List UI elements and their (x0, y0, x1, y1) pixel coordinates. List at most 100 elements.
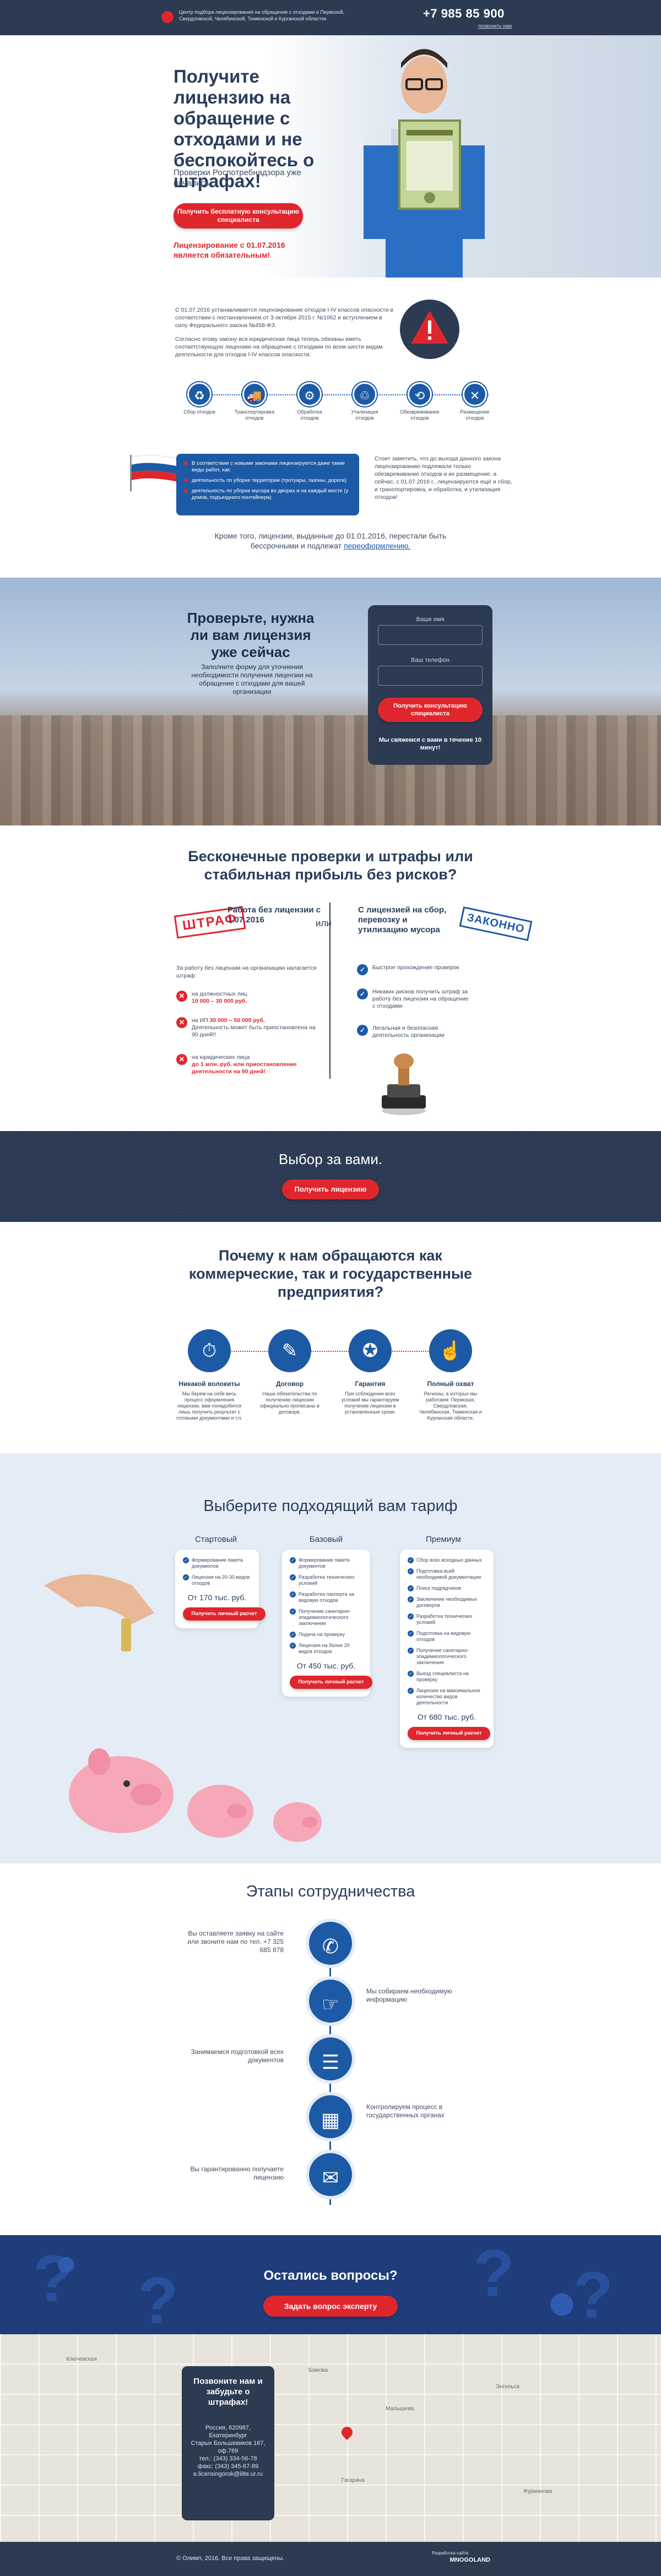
small-piggy-banks-image (187, 1785, 322, 1842)
tariff-item: Заключение необходимых договоров (408, 1596, 486, 1608)
fine-item: ✕ на должностных лиц 10 000 – 30 000 руб. (176, 991, 319, 1005)
why-item: ☝ Полный охват Регионы, в которых мы работ… (418, 1329, 484, 1421)
reform-note: Кроме того, лицензии, выданные до 01.01.… (209, 531, 452, 551)
reform-text: Кроме того, лицензии, выданные до 01.01.… (214, 531, 447, 550)
fine-post: Деятельность может быть приостановлена н… (192, 1024, 316, 1038)
phone-field[interactable] (378, 666, 483, 686)
callback-link[interactable]: позвонить нам (478, 23, 512, 29)
map-street-label: Энгельса (496, 2384, 519, 2390)
documents-icon: ☰ (306, 2034, 355, 2084)
fine-pre: на юридических лица (192, 1054, 250, 1061)
contact-title: Позвоните нам и забудьте о штрафах! (193, 2377, 263, 2407)
cycle-icon: ⟲ (408, 382, 432, 406)
recycle-icon: ♲ (353, 382, 377, 406)
truck-icon: 🚚 (242, 382, 267, 406)
left-intro: За работу без лицензии на организацию на… (176, 965, 317, 979)
stage-text: Занимаемся подготовкой всех документов (191, 2048, 284, 2064)
gear-icon: ⚙ (297, 382, 322, 406)
tariff-price: От 170 тыс. руб. (187, 1593, 247, 1602)
why-title: Почему к нам обращаются как коммерческие… (188, 1247, 473, 1300)
why-item-desc: Наши обязательства по получению лицензии… (259, 1391, 320, 1415)
hand-info-icon: ☞ (306, 1976, 355, 2026)
russian-flag-image (130, 455, 181, 491)
tariff-item: Формирование пакета документов (290, 1557, 362, 1569)
map-street-label: Бажова (308, 2367, 328, 2373)
questions-title: Остались вопросы? (263, 2268, 398, 2283)
name-field[interactable] (378, 625, 483, 645)
consultation-button[interactable]: Получить бесплатную консультацию специал… (174, 203, 303, 229)
warning-icon (400, 300, 459, 359)
tariff-item: Подача на проверку (290, 1632, 362, 1638)
tariff-name: Базовый (309, 1535, 343, 1544)
step-transport: 🚚 Транспортировка отходов (232, 382, 277, 421)
stages-title: Этапы сотрудничества (246, 1883, 415, 1900)
why-item-title: Никакой волокиты (178, 1380, 240, 1388)
stage-text: Контролируем процесс в государственных о… (366, 2103, 445, 2119)
phone-icon: ✆ (306, 1919, 355, 1968)
card-item: деятельность по уборке мусора во дворах … (184, 488, 351, 501)
reform-link[interactable]: переоформлению. (344, 541, 410, 550)
location-pin-icon[interactable] (339, 2424, 355, 2441)
tariff-item: Поиск подрядчиков (408, 1585, 486, 1591)
map-street-label: Гагарина (342, 2477, 365, 2483)
tariffs-section: Выберите подходящий вам тариф Стартовый … (0, 1453, 661, 1863)
name-label: Ваше имя (416, 616, 445, 623)
benefit-text: Быстрое прохождение проверок (372, 964, 459, 971)
fine-amount: 10 000 – 30 000 руб. (192, 998, 247, 1004)
stage-text: Вы гарантированно получаете лицензию (190, 2165, 284, 2181)
tariff-name: Стартовый (194, 1535, 237, 1544)
tariff-items: Формирование пакета документов Лицензия … (183, 1557, 251, 1586)
benefit-item: ✓ Никаких рисков получить штраф за работу… (357, 988, 473, 1010)
step-collect: ♻ Сбор отходов (177, 382, 221, 415)
tariff-item: Сбор всех исходных данных (408, 1557, 486, 1563)
law-paragraph-2: Согласно этому закону вся юридическая ли… (175, 336, 383, 358)
tariff-calc-button[interactable]: Получить личный расчет (408, 1727, 490, 1740)
why-item-title: Полный охват (427, 1380, 474, 1388)
tariff-calc-button[interactable]: Получить личный расчет (183, 1607, 266, 1621)
tariff-item: Разработка технических условий (408, 1613, 486, 1626)
form-submit-button[interactable]: Получить консультацию специалиста (378, 698, 483, 722)
stamp-seal-image (382, 1053, 426, 1115)
step-neutralization: ⟲ Обезвреживание отходов (398, 382, 442, 421)
law-info-section: С 01.07.2016 устанавливается лицензирова… (0, 278, 661, 578)
tariff-item: Подготовка на видовую отходов (408, 1631, 486, 1643)
phone-label: Ваш телефон (411, 657, 449, 664)
fine-pre: на ИП (192, 1017, 208, 1024)
why-item: ✪ Гарантия При соблюдении всех условий мы … (337, 1329, 403, 1415)
legal-stamp: ЗАКОННО (459, 906, 533, 941)
check-title: Проверьте, нужна ли вам лицензия уже сей… (187, 610, 315, 660)
fine-amount: 30 000 – 50 000 руб. (209, 1017, 265, 1024)
get-license-button[interactable]: Получить лицензию (282, 1180, 379, 1199)
map-street-label: Фурманова (523, 2488, 552, 2495)
developer-brand[interactable]: MNOGOLAND (435, 2557, 490, 2563)
ask-expert-button[interactable]: Задать вопрос эксперту (263, 2296, 398, 2317)
map-street-label: Малышева (386, 2406, 414, 2412)
tariff-calc-button[interactable]: Получить личный расчет (290, 1676, 372, 1689)
tariff-item: Получение санитарно-эпидемиологического … (290, 1608, 362, 1627)
why-item-desc: Регионы, в которых мы работаем: Пермская… (419, 1391, 482, 1421)
step-utilization: ♲ Утилизация отходов (343, 382, 387, 421)
hero-note: Лицензирование с 01.07.2016 является обя… (174, 241, 285, 259)
why-item-desc: При соблюдении всех условий мы гарантиру… (341, 1391, 399, 1415)
stage-text: Мы собираем необходимую информацию (366, 1987, 452, 2003)
check-description: Заполните форму для уточнения необходимо… (191, 663, 313, 695)
form-callback-note: Мы свяжемся с вами в течение 10 минут! (378, 737, 482, 751)
stopwatch-icon: ⏱ (188, 1329, 231, 1372)
hero-section: Получите лицензию на обращение с отходам… (0, 35, 661, 278)
divider (329, 903, 330, 1079)
tariff-item: Лицензия на 20-30 видов отходов (183, 1574, 251, 1586)
header-phone[interactable]: +7 985 85 900 (423, 7, 505, 21)
cross-icon: ✕ (176, 1054, 187, 1065)
new-licensing-card: В соответствии с новыми законами лицензи… (176, 454, 359, 515)
right-heading: С лицензией на сбор, перевозку и утилиза… (358, 905, 447, 934)
benefit-text: Легальная и безопасная деятельность орга… (372, 1025, 445, 1039)
check-icon: ✓ (357, 1025, 368, 1036)
law-paragraph-3: Стоит заметить, что до выхода данного за… (375, 455, 512, 501)
check-icon: ✓ (357, 964, 368, 975)
award-icon: ✪ (349, 1329, 392, 1372)
map-section[interactable]: Ключевская Бажова Малышева Энгельса Гага… (0, 2334, 661, 2542)
contact-card: Позвоните нам и забудьте о штрафах! Росс… (182, 2366, 274, 2520)
benefit-item: ✓ Легальная и безопасная деятельность орг… (357, 1025, 473, 1039)
cross-icon: ✕ (176, 1017, 187, 1028)
site-header: Центр подбора лицензирования на обращени… (0, 0, 661, 35)
